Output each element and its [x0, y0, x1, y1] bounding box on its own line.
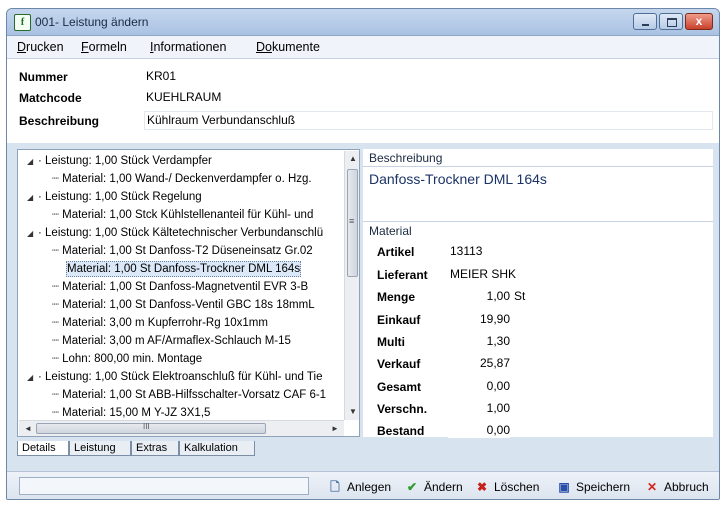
close-button[interactable]: x — [685, 13, 713, 30]
tab-strip: Details Leistung Extras Kalkulation — [17, 441, 317, 459]
tree-item-leistung[interactable]: · Leistung: 1,00 Stück Regelung — [38, 190, 202, 204]
scroll-up-icon[interactable]: ▲ — [349, 154, 357, 163]
beschreibung-label: Beschreibung — [19, 114, 100, 128]
collapse-arrow-icon[interactable]: ◢ — [27, 229, 33, 238]
verkauf-field[interactable]: 25,87 — [448, 355, 510, 371]
menge-unit[interactable]: St — [512, 288, 600, 304]
tree-item-lohn[interactable]: ┈ Lohn: 800,00 min. Montage — [52, 352, 202, 366]
matchcode-label: Matchcode — [19, 91, 82, 105]
menu-bar: Drucken Formeln Informationen Dokumente — [7, 36, 719, 59]
header-form: Nummer KR01 Matchcode KUEHLRAUM Beschrei… — [7, 59, 719, 143]
lieferant-field[interactable]: MEIER SHK — [448, 266, 600, 282]
maximize-button[interactable] — [659, 13, 683, 30]
grip-icon: ≡ — [349, 216, 355, 226]
delete-icon: ✖ — [476, 480, 488, 494]
multi-label: Multi — [377, 335, 405, 349]
tab-leistung[interactable]: Leistung — [69, 441, 131, 456]
detail-pane: Beschreibung Danfoss-Trockner DML 164s M… — [363, 149, 713, 438]
tree-item-material[interactable]: ┈ Material: 1,00 Stck Kühlstellenanteil … — [52, 208, 313, 222]
tree-item-leistung[interactable]: · Leistung: 1,00 Stück Elektroanschluß f… — [38, 370, 322, 384]
loeschen-button[interactable]: ✖ Löschen — [474, 478, 539, 496]
beschreibung-field[interactable]: Kühlraum Verbundanschluß — [144, 111, 713, 130]
abbruch-label: Abbruch — [664, 480, 709, 494]
close-icon: x — [695, 14, 703, 28]
gesamt-label: Gesamt — [377, 380, 422, 394]
material-group-label: Material — [369, 224, 412, 238]
loeschen-label: Löschen — [494, 480, 540, 494]
verschn-label: Verschn. — [377, 402, 428, 416]
horizontal-scroll-thumb[interactable]: III — [36, 422, 266, 434]
group-divider — [363, 166, 713, 167]
verkauf-label: Verkauf — [377, 357, 421, 371]
lieferant-label: Lieferant — [377, 268, 428, 282]
verschn-field[interactable]: 1,00 — [448, 400, 510, 416]
speichern-label: Speichern — [576, 480, 631, 494]
minimize-icon — [642, 24, 649, 26]
bestand-field[interactable]: 0,00 — [448, 422, 510, 438]
scroll-left-icon[interactable]: ◄ — [24, 424, 32, 433]
tree-item-material[interactable]: ┈ Material: 1,00 St ABB-Hilfsschalter-Vo… — [52, 388, 326, 402]
tree-item-material[interactable]: ┈ Material: 1,00 St Danfoss-T2 Düseneins… — [52, 244, 313, 258]
menu-drucken[interactable]: Drucken — [17, 40, 64, 54]
nummer-field[interactable]: KR01 — [144, 68, 296, 85]
main-window: f 001- Leistung ändern x Drucken Formeln… — [6, 8, 720, 500]
aendern-button[interactable]: ✔ Ändern — [404, 478, 463, 496]
tree-item-material[interactable]: ┈ Material: 1,00 St Danfoss-Magnetventil… — [52, 280, 308, 294]
bestand-label: Bestand — [377, 424, 425, 438]
tree-item-material[interactable]: ┈ Material: 3,00 m Kupferrohr-Rg 10x1mm — [52, 316, 268, 330]
menu-dokumente[interactable]: Dokumente — [256, 40, 320, 54]
beschreibung-group-label: Beschreibung — [369, 151, 443, 165]
einkauf-field[interactable]: 19,90 — [448, 311, 510, 327]
artikel-label: Artikel — [377, 245, 415, 259]
abbruch-button[interactable]: ✕ Abbruch — [644, 478, 709, 496]
collapse-arrow-icon[interactable]: ◢ — [27, 157, 33, 166]
tree-item-material-selected[interactable]: Material: 1,00 St Danfoss-Trockner DML 1… — [66, 261, 302, 277]
vertical-scrollbar[interactable]: ▲ ≡ ▼ — [344, 151, 359, 420]
menu-formeln[interactable]: Formeln — [81, 40, 127, 54]
tab-kalkulation[interactable]: Kalkulation — [179, 441, 255, 456]
artikel-field[interactable]: 13113 — [448, 243, 600, 259]
new-document-icon: 🗋 — [330, 480, 340, 494]
collapse-arrow-icon[interactable]: ◢ — [27, 373, 33, 382]
cancel-x-icon: ✕ — [646, 480, 658, 494]
horizontal-scrollbar[interactable]: ◄ III ► — [19, 420, 344, 436]
status-bar: 🗋 Anlegen ✔ Ändern ✖ Löschen ▣ Speichern ✕ Ab… — [7, 471, 719, 499]
title-bar[interactable]: f 001- Leistung ändern x — [7, 9, 719, 36]
app-icon[interactable]: f — [14, 14, 31, 31]
tree-item-material[interactable]: ┈ Material: 1,00 Wand-/ Deckenverdampfer… — [52, 172, 312, 186]
anlegen-label: Anlegen — [347, 480, 392, 494]
anlegen-button[interactable]: 🗋 Anlegen — [327, 478, 391, 496]
grip-icon: III — [143, 422, 150, 431]
maximize-icon — [667, 18, 677, 27]
nummer-label: Nummer — [19, 70, 68, 84]
scroll-down-icon[interactable]: ▼ — [349, 407, 357, 416]
group-divider — [363, 221, 713, 222]
tab-details[interactable]: Details — [17, 441, 69, 456]
tree-item-leistung[interactable]: · Leistung: 1,00 Stück Verdampfer — [38, 154, 212, 168]
menge-field[interactable]: 1,00 — [448, 288, 510, 304]
tab-extras[interactable]: Extras — [131, 441, 179, 456]
window-title: 001- Leistung ändern — [35, 15, 149, 29]
menge-label: Menge — [377, 290, 416, 304]
status-field — [19, 477, 309, 495]
scroll-right-icon[interactable]: ► — [331, 424, 339, 433]
tree-item-material[interactable]: ┈ Material: 15,00 M Y-JZ 3X1,5 — [52, 406, 210, 420]
multi-field[interactable]: 1,30 — [448, 333, 510, 349]
material-description[interactable]: Danfoss-Trockner DML 164s — [369, 171, 547, 187]
tree-item-leistung[interactable]: · Leistung: 1,00 Stück Kältetechnischer … — [38, 226, 323, 240]
matchcode-field[interactable]: KUEHLRAUM — [144, 89, 296, 106]
checkmark-icon: ✔ — [406, 480, 418, 494]
save-disk-icon: ▣ — [558, 480, 570, 494]
vertical-scroll-thumb[interactable]: ≡ — [347, 169, 358, 277]
gesamt-field[interactable]: 0,00 — [448, 378, 510, 394]
menu-informationen[interactable]: Informationen — [150, 40, 226, 54]
einkauf-label: Einkauf — [377, 313, 421, 327]
tree-item-material[interactable]: ┈ Material: 3,00 m AF/Armaflex-Schlauch … — [52, 334, 291, 348]
aendern-label: Ändern — [424, 480, 463, 494]
speichern-button[interactable]: ▣ Speichern — [556, 478, 630, 496]
tree-item-material[interactable]: ┈ Material: 1,00 St Danfoss-Ventil GBC 1… — [52, 298, 315, 312]
collapse-arrow-icon[interactable]: ◢ — [27, 193, 33, 202]
minimize-button[interactable] — [633, 13, 657, 30]
structure-tree[interactable]: ◢ · Leistung: 1,00 Stück Verdampfer ┈ Ma… — [17, 149, 360, 437]
